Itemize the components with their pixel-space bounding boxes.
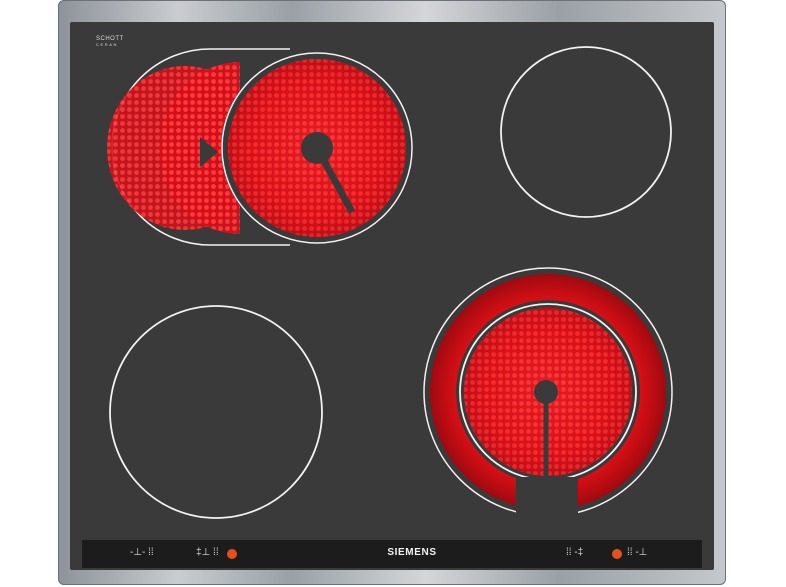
ceramic-glass-cooktop: SCHOTT CERAN -⊥- ⁞⁞ ‡⊥ ⁞⁞ SIEMENS ⁞⁞ -‡ …	[70, 22, 714, 570]
zone-front-left	[109, 305, 323, 519]
cooking-zones	[107, 46, 673, 523]
brand-logo: SIEMENS	[387, 547, 437, 558]
zone-control-left-2[interactable]: ‡⊥ ⁞⁞	[196, 547, 219, 559]
zone-control-right-1[interactable]: ⁞⁞ -‡	[566, 547, 583, 559]
zone-front-right	[423, 267, 673, 523]
zone-control-right-2[interactable]: ⁞⁞ -⊥	[627, 547, 647, 559]
heat-indicator-right	[612, 549, 622, 559]
zone-back-left	[107, 48, 413, 246]
heat-indicator-left	[227, 549, 237, 559]
zone-back-right	[500, 46, 672, 218]
zone-control-left-1[interactable]: -⊥- ⁞⁞	[130, 547, 154, 559]
control-strip: -⊥- ⁞⁞ ‡⊥ ⁞⁞ SIEMENS ⁞⁞ -‡ ⁞⁞ -⊥	[82, 540, 702, 568]
